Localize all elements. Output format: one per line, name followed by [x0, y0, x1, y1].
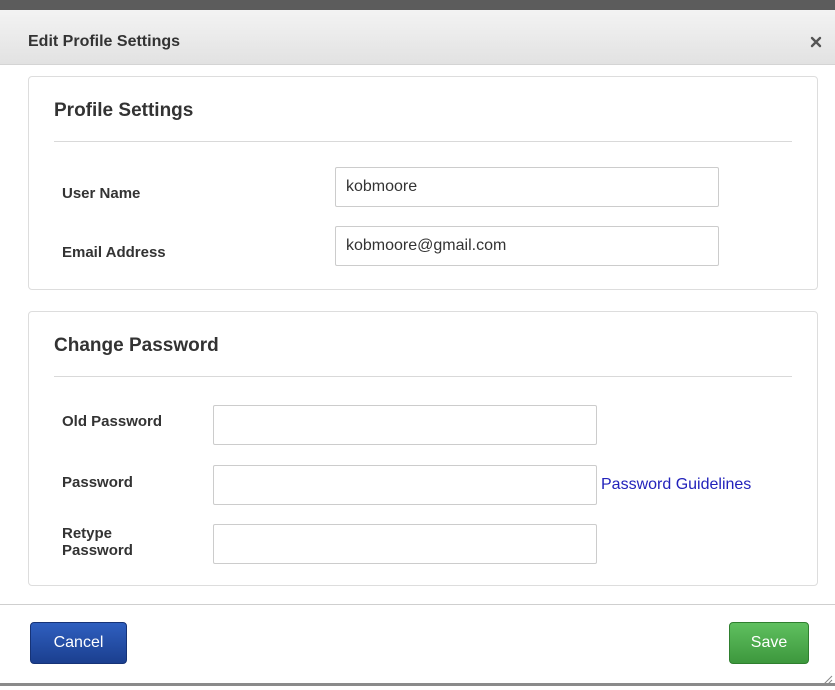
retype-password-label: Retype Password: [62, 525, 133, 559]
cancel-button[interactable]: Cancel: [30, 622, 127, 664]
email-label: Email Address: [62, 244, 166, 261]
old-password-label: Old Password: [62, 413, 163, 430]
save-button[interactable]: Save: [729, 622, 809, 664]
username-label: User Name: [62, 185, 141, 202]
footer-divider: [0, 604, 835, 605]
profile-heading-divider: [54, 141, 792, 142]
profile-settings-panel: Profile Settings User Name Email Address: [28, 76, 818, 290]
dialog-title: Edit Profile Settings: [28, 33, 181, 50]
change-password-heading: Change Password: [54, 335, 219, 356]
password-input[interactable]: [213, 465, 597, 505]
change-password-panel: Change Password Old Password Password Pa…: [28, 311, 818, 586]
profile-settings-heading: Profile Settings: [54, 100, 194, 121]
retype-password-input[interactable]: [213, 524, 597, 564]
close-icon[interactable]: [808, 34, 824, 50]
old-password-input[interactable]: [213, 405, 597, 445]
password-label: Password: [62, 474, 133, 491]
username-input[interactable]: [335, 167, 719, 207]
dialog-title-bar[interactable]: Edit Profile Settings: [0, 10, 835, 65]
edit-profile-dialog: Edit Profile Settings Profile Settings U…: [0, 10, 835, 686]
password-guidelines-link[interactable]: Password Guidelines: [601, 476, 751, 494]
email-input[interactable]: [335, 226, 719, 266]
window-top-edge: [0, 0, 835, 10]
password-heading-divider: [54, 376, 792, 377]
